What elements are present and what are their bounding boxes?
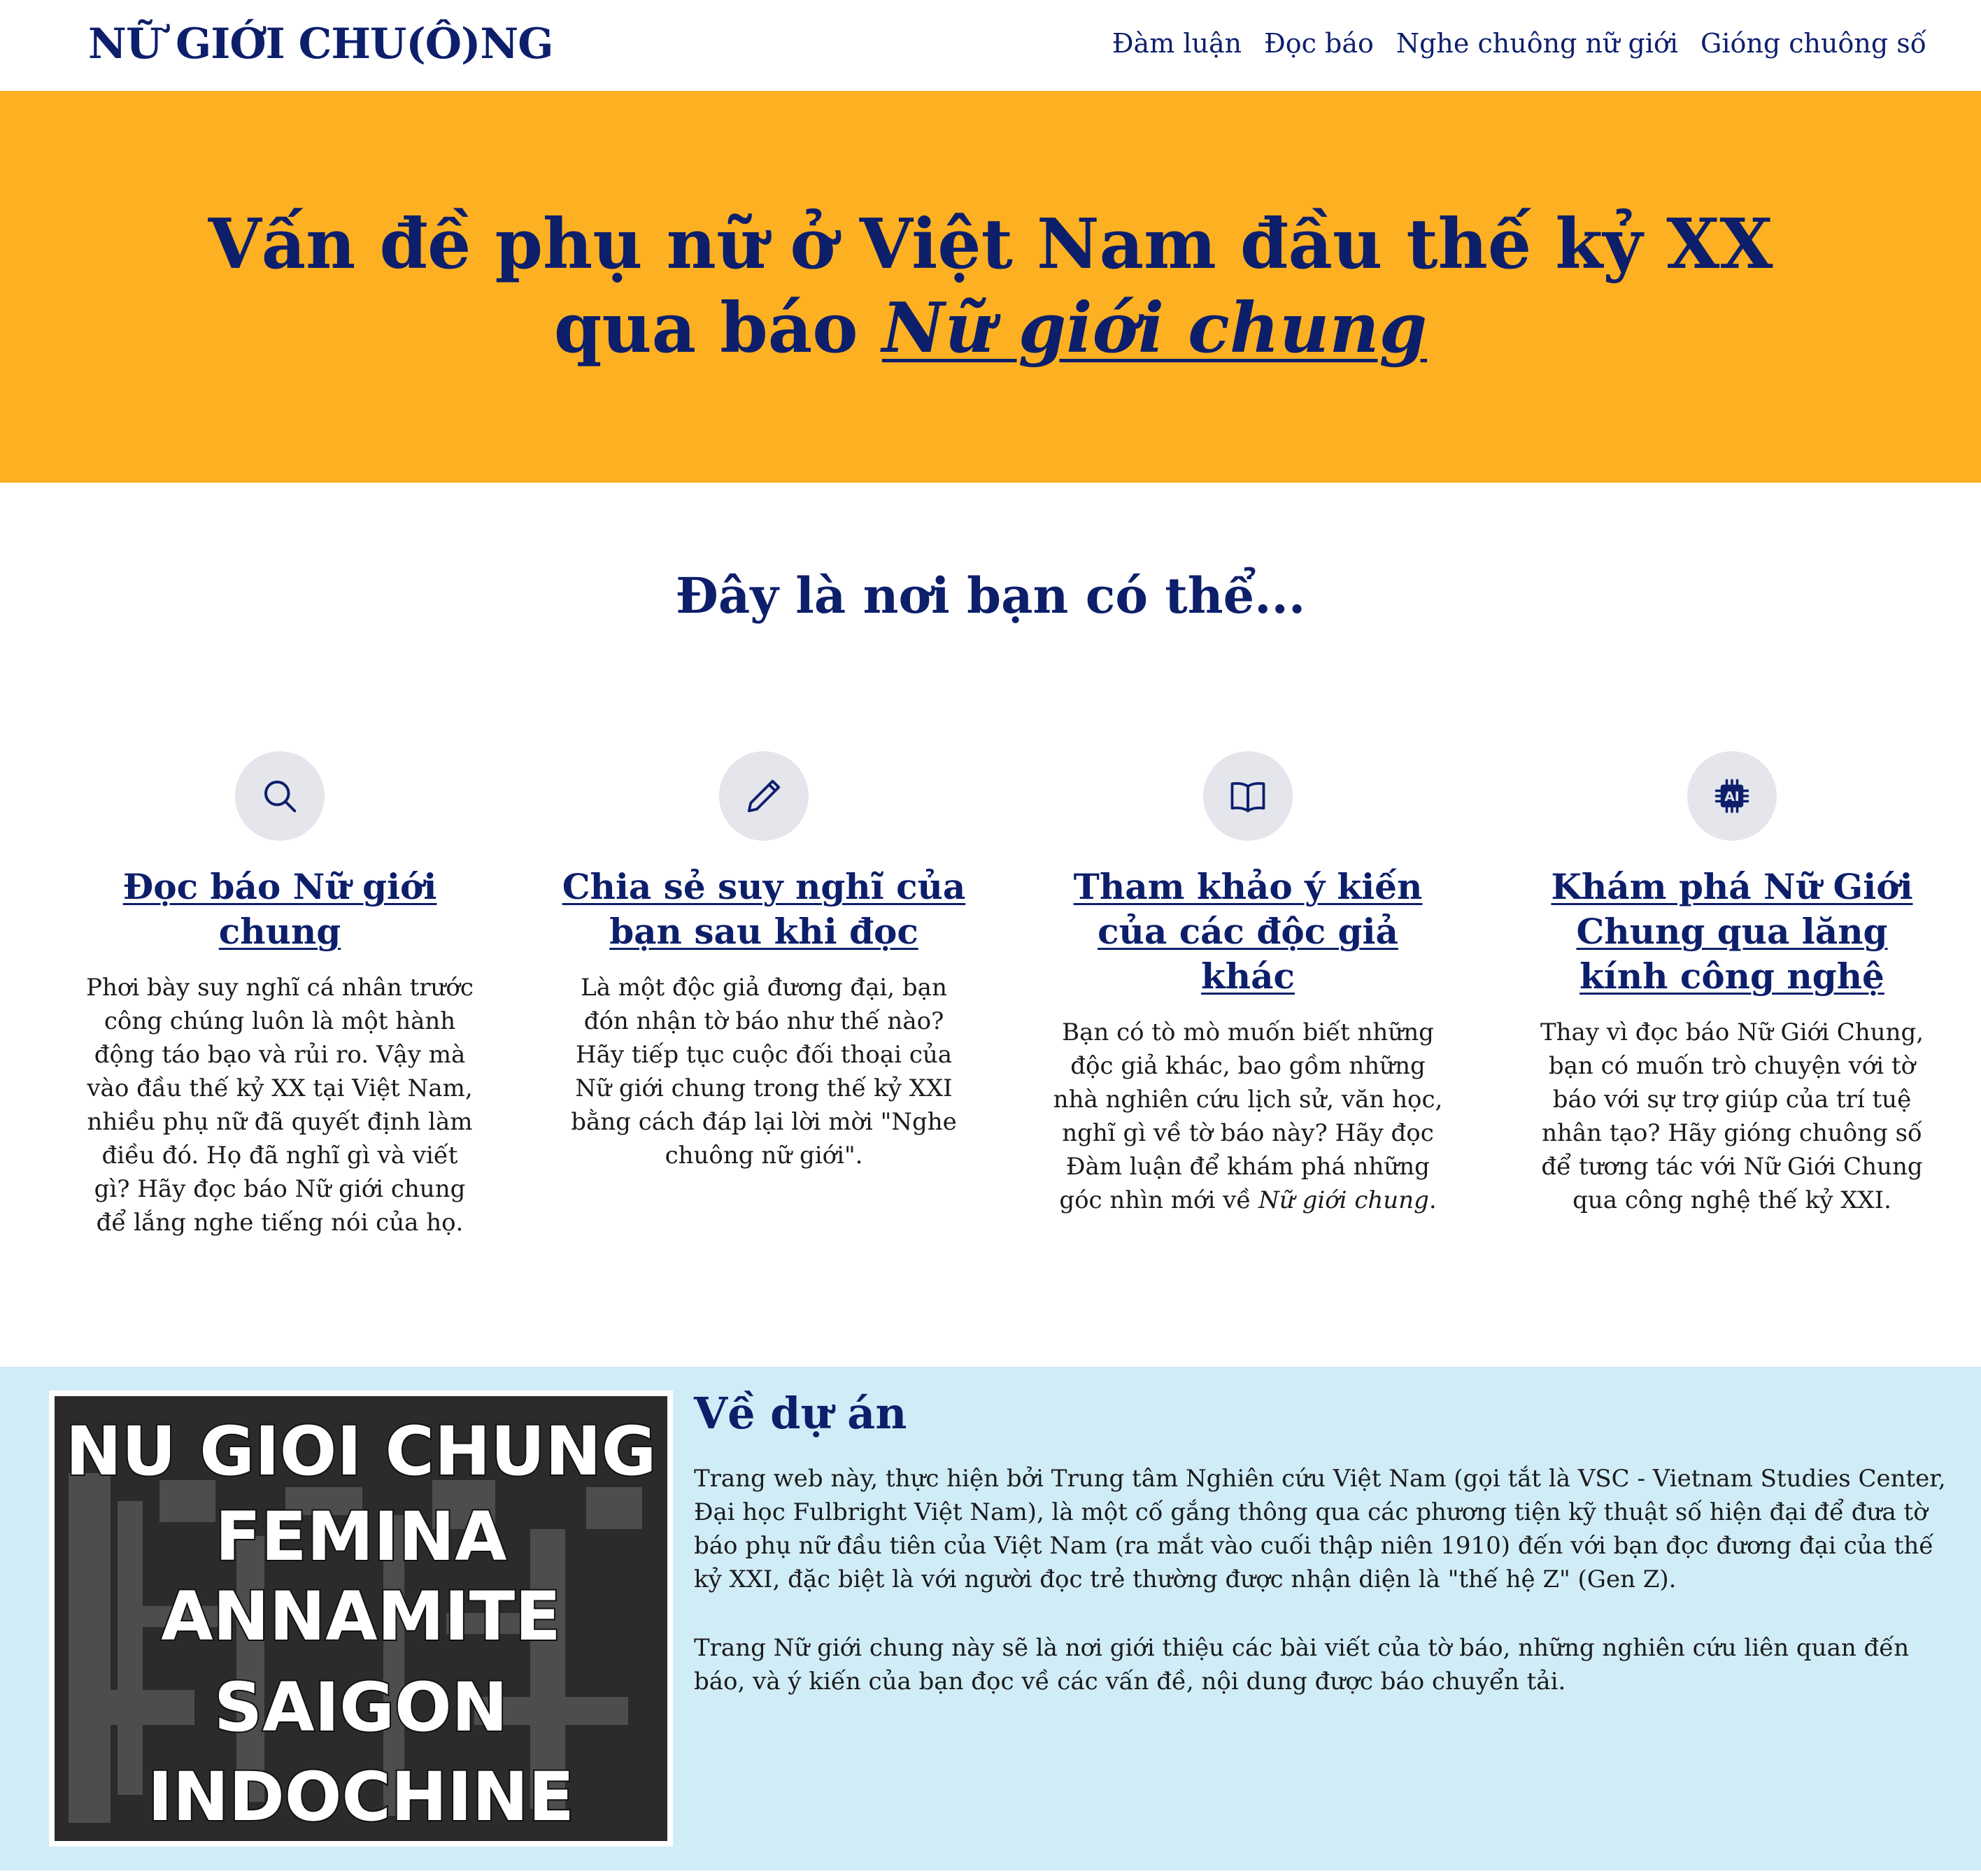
- feature-title-technology-link[interactable]: Khám phá Nữ Giới Chung qua lăng kính côn…: [1529, 865, 1935, 999]
- feature-title-opinions-link[interactable]: Tham khảo ý kiến của các độc giả khác: [1045, 865, 1451, 999]
- feature-description: Là một độc giả đương đại, bạn đón nhận t…: [571, 974, 957, 1170]
- feature-description: Phơi bày suy nghĩ cá nhân trước công chú…: [86, 974, 474, 1237]
- feature-title-read-link[interactable]: Đọc báo Nữ giới chung: [77, 865, 483, 954]
- feature-title-share-link[interactable]: Chia sẻ suy nghĩ của bạn sau khi đọc: [561, 865, 967, 954]
- nav-link-dam-luan[interactable]: Đàm luận: [1112, 28, 1242, 59]
- nav-link-nghe-chuong[interactable]: Nghe chuông nữ giới: [1396, 28, 1678, 59]
- masthead-line: FEMINA: [215, 1498, 506, 1576]
- feature-description-end: .: [1428, 1186, 1437, 1214]
- masthead-line: INDOCHINE: [148, 1758, 574, 1836]
- pencil-icon: [719, 751, 809, 841]
- about-heading: Về dự án: [694, 1388, 907, 1439]
- navbar: NỮ GIỚI CHU(Ô)NG Đàm luận Đọc báo Nghe c…: [0, 0, 1981, 91]
- hero-banner: Vấn đề phụ nữ ở Việt Nam đầu thế kỷ XX q…: [0, 91, 1981, 483]
- feature-description: Thay vì đọc báo Nữ Giới Chung, bạn có mu…: [1540, 1018, 1924, 1214]
- about-paragraph: Trang web này, thực hiện bởi Trung tâm N…: [694, 1465, 1946, 1593]
- search-icon: [235, 751, 325, 841]
- newspaper-masthead-image: NU GIOI CHUNG FEMINA ANNAMITE SAIGON IND…: [49, 1391, 673, 1847]
- hero-title-prefix: qua báo: [553, 288, 858, 369]
- ai-chip-icon: AI: [1687, 751, 1777, 841]
- nav-links: Đàm luận Đọc báo Nghe chuông nữ giới Gió…: [1112, 28, 1926, 59]
- nav-link-doc-bao[interactable]: Đọc báo: [1264, 28, 1374, 59]
- masthead-line: NU GIOI CHUNG: [66, 1412, 657, 1491]
- about-section: NU GIOI CHUNG FEMINA ANNAMITE SAIGON IND…: [0, 1367, 1981, 1870]
- about-paragraph: Trang Nữ giới chung này sẽ là nơi giới t…: [694, 1634, 1910, 1696]
- features-section-title: Đây là nơi bạn có thể...: [675, 567, 1306, 625]
- feature-card-share: Chia sẻ suy nghĩ của bạn sau khi đọc Là …: [561, 751, 967, 1172]
- nav-link-giong-chuong-so[interactable]: Gióng chuông số: [1700, 28, 1926, 59]
- feature-card-read: Đọc báo Nữ giới chung Phơi bày suy nghĩ …: [77, 751, 483, 1239]
- masthead-line: SAIGON: [214, 1668, 508, 1747]
- hero-title-line1: Vấn đề phụ nữ ở Việt Nam đầu thế kỷ XX: [208, 204, 1773, 285]
- feature-card-opinions: Tham khảo ý kiến của các độc giả khác Bạ…: [1045, 751, 1451, 1217]
- hero-title: Vấn đề phụ nữ ở Việt Nam đầu thế kỷ XX q…: [0, 203, 1981, 371]
- ai-chip-label: AI: [1724, 790, 1740, 804]
- feature-description: Bạn có tò mò muốn biết những độc giả khá…: [1045, 1016, 1451, 1217]
- book-icon: [1203, 751, 1293, 841]
- feature-description-text: Bạn có tò mò muốn biết những độc giả khá…: [1053, 1018, 1443, 1214]
- masthead-line: ANNAMITE: [161, 1577, 561, 1656]
- brand-logo-link[interactable]: NỮ GIỚI CHU(Ô)NG: [88, 20, 553, 69]
- feature-description-emphasis: Nữ giới chung: [1258, 1186, 1429, 1214]
- feature-card-technology: AI Khám phá Nữ Giới Chung qua lăng kính …: [1529, 751, 1935, 1217]
- hero-newspaper-link[interactable]: Nữ giới chung: [882, 288, 1427, 369]
